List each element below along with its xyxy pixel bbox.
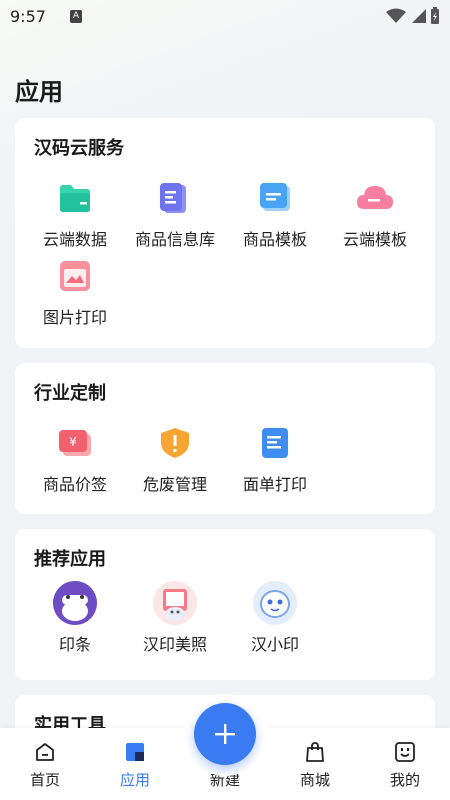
smiley-face-icon xyxy=(395,742,415,762)
tab-mall-label: 商城 xyxy=(299,771,330,789)
cloud-template-label: 云端模板 xyxy=(342,230,407,249)
tab-mine[interactable]: 我的 xyxy=(360,728,450,800)
shopping-bag-icon xyxy=(306,742,324,762)
cloud-services-title: 汉码云服务 xyxy=(34,138,124,159)
image-print-label: 图片打印 xyxy=(42,308,107,327)
waybill-icon xyxy=(253,421,297,465)
price-tag-label: 商品价签 xyxy=(42,475,107,494)
waybill-print-label: 面单打印 xyxy=(242,475,307,494)
template-icon xyxy=(253,176,297,220)
hanyin-meizhao-logo xyxy=(153,581,197,625)
waybill-print-app[interactable]: 面单打印 xyxy=(225,421,325,495)
hanyin-meizhao-label: 汉印美照 xyxy=(142,635,207,654)
image-print-icon xyxy=(53,254,97,298)
signal-icon xyxy=(412,9,426,23)
tab-apps[interactable]: 应用 xyxy=(90,728,180,800)
cloud-icon xyxy=(353,176,397,220)
wifi-icon xyxy=(386,8,406,23)
price-tag-app[interactable]: ¥ 商品价签 xyxy=(25,421,125,495)
recommended-card: 推荐应用 印条 汉印美照 汉小印 xyxy=(15,529,435,680)
tab-mine-label: 我的 xyxy=(389,771,420,789)
folder-icon xyxy=(53,176,97,220)
price-tag-icon: ¥ xyxy=(53,421,97,465)
battery-icon xyxy=(431,7,439,24)
hazardous-waste-app[interactable]: 危废管理 xyxy=(125,421,225,495)
yintiao-logo xyxy=(53,581,97,625)
industry-title: 行业定制 xyxy=(34,383,106,404)
image-print-app[interactable]: 图片打印 xyxy=(25,254,125,328)
tab-home[interactable]: 首页 xyxy=(0,728,90,800)
hazardous-waste-label: 危废管理 xyxy=(142,475,207,494)
tab-home-label: 首页 xyxy=(29,771,60,789)
product-database-app[interactable]: 商品信息库 xyxy=(125,176,225,250)
hanxiaoyin-label: 汉小印 xyxy=(250,635,299,654)
status-bar: 9:57 A xyxy=(0,0,450,32)
apps-icon xyxy=(126,743,144,761)
cloud-services-card: 汉码云服务 云端数据 商品信息库 商品模板 云端模板 图片打印 xyxy=(15,118,435,348)
cloud-data-app[interactable]: 云端数据 xyxy=(25,176,125,250)
industry-card: 行业定制 ¥ 商品价签 危废管理 面单打印 xyxy=(15,363,435,514)
hanyin-meizhao-app[interactable]: 汉印美照 xyxy=(125,581,225,655)
recommended-title: 推荐应用 xyxy=(34,549,106,570)
hanxiaoyin-app[interactable]: 汉小印 xyxy=(225,581,325,655)
tab-apps-label: 应用 xyxy=(119,771,150,789)
warning-shield-icon xyxy=(153,421,197,465)
cloud-template-app[interactable]: 云端模板 xyxy=(325,176,425,250)
yintiao-app[interactable]: 印条 xyxy=(25,581,125,655)
hanxiaoyin-logo xyxy=(253,581,297,625)
product-template-app[interactable]: 商品模板 xyxy=(225,176,325,250)
database-icon xyxy=(153,176,197,220)
yintiao-label: 印条 xyxy=(58,635,91,654)
status-time: 9:57 xyxy=(10,6,46,26)
page-title: 应用 xyxy=(15,78,63,106)
cloud-data-label: 云端数据 xyxy=(42,230,107,249)
plus-icon xyxy=(215,724,235,744)
product-template-label: 商品模板 xyxy=(242,230,307,249)
svg-text:¥: ¥ xyxy=(69,435,77,449)
tab-mall[interactable]: 商城 xyxy=(270,728,360,800)
home-icon xyxy=(36,743,54,761)
notification-a-icon: A xyxy=(69,9,82,23)
create-button[interactable] xyxy=(194,703,256,765)
product-database-label: 商品信息库 xyxy=(134,230,215,249)
